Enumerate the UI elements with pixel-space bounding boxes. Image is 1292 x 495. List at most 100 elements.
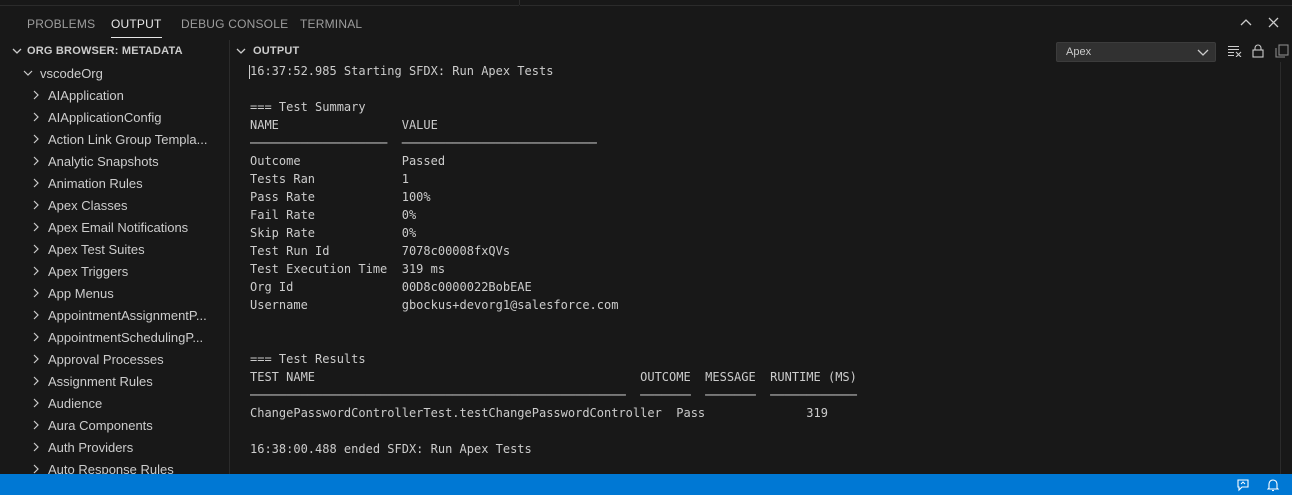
chevron-right-icon: [28, 219, 44, 235]
log-line: Test Run Id 7078c00008fxQVs: [250, 244, 511, 258]
tree-item-label: Apex Test Suites: [48, 241, 145, 257]
tab-output[interactable]: OUTPUT: [111, 17, 162, 38]
tree-item-label: AppointmentSchedulingP...: [48, 329, 204, 345]
chevron-right-icon: [28, 131, 44, 147]
output-channel-select[interactable]: Apex: [1056, 42, 1216, 62]
close-panel-icon[interactable]: [1265, 14, 1281, 30]
tree-item[interactable]: Animation Rules: [28, 172, 228, 194]
org-label: vscodeOrg: [40, 65, 103, 81]
tree-item[interactable]: Apex Test Suites: [28, 238, 228, 260]
editor-area-edge: [520, 0, 1292, 6]
tree-item[interactable]: Analytic Snapshots: [28, 150, 228, 172]
chevron-right-icon: [28, 285, 44, 301]
org-browser-sidebar: ORG BROWSER: METADATA vscodeOrg AIApplic…: [0, 40, 230, 474]
tree-item[interactable]: App Menus: [28, 282, 228, 304]
chevron-right-icon: [28, 197, 44, 213]
tree-item[interactable]: Audience: [28, 392, 228, 414]
log-line: Outcome Passed: [250, 154, 446, 168]
log-line: Fail Rate 0%: [250, 208, 417, 222]
chevron-down-icon: [20, 65, 36, 81]
tree-item-label: AIApplication: [48, 87, 124, 103]
tree-item-label: Assignment Rules: [48, 373, 153, 389]
tab-terminal[interactable]: TERMINAL: [300, 17, 362, 31]
log-line: Org Id 00D8c0000022BobEAE: [250, 280, 532, 294]
tree-item-label: AppointmentAssignmentP...: [48, 307, 207, 323]
editor-area-edge: [0, 0, 519, 6]
tree-item[interactable]: AIApplication: [28, 84, 228, 106]
tree-item[interactable]: AppointmentAssignmentP...: [28, 304, 228, 326]
notifications-bell-icon[interactable]: [1265, 477, 1281, 493]
tree-item[interactable]: Apex Classes: [28, 194, 228, 216]
open-output-editor-icon[interactable]: [1274, 43, 1290, 59]
tree-item[interactable]: Apex Email Notifications: [28, 216, 228, 238]
output-channel-value: Apex: [1066, 46, 1092, 58]
log-line: ────────────────────────────────────────…: [250, 388, 857, 402]
chevron-right-icon: [28, 461, 44, 474]
log-line: 16:38:00.488 ended SFDX: Run Apex Tests: [250, 442, 532, 456]
chevron-right-icon: [28, 175, 44, 191]
org-node[interactable]: vscodeOrg: [20, 62, 103, 84]
log-line: TEST NAME OUTCOME MESSAGE RUNTIME (MS): [250, 370, 857, 384]
chevron-right-icon: [28, 241, 44, 257]
tab-debug-console[interactable]: DEBUG CONSOLE: [181, 17, 288, 31]
tree-item-label: Auth Providers: [48, 439, 134, 455]
tree-item[interactable]: Approval Processes: [28, 348, 228, 370]
org-browser-header[interactable]: ORG BROWSER: METADATA: [0, 40, 229, 62]
tree-item[interactable]: AIApplicationConfig: [28, 106, 228, 128]
tree-item-label: Apex Classes: [48, 197, 128, 213]
tree-item-label: Auto Response Rules: [48, 461, 174, 475]
tree-item[interactable]: AppointmentSchedulingP...: [28, 326, 228, 348]
org-browser-title: ORG BROWSER: METADATA: [27, 45, 183, 57]
output-panel: OUTPUT Apex 16:37:52.985 Starting SFDX: …: [230, 40, 1292, 474]
status-bar: [0, 474, 1292, 495]
log-line: Tests Ran 1: [250, 172, 409, 186]
chevron-right-icon: [28, 109, 44, 125]
tree-item-label: Analytic Snapshots: [48, 153, 159, 169]
tree-item-label: Apex Triggers: [48, 263, 129, 279]
tree-item[interactable]: Action Link Group Templa...: [28, 128, 228, 150]
log-line: Test Execution Time 319 ms: [250, 262, 446, 276]
chevron-right-icon: [28, 87, 44, 103]
log-line: 16:37:52.985 Starting SFDX: Run Apex Tes…: [250, 64, 554, 78]
panel-tab-bar: PROBLEMS OUTPUT DEBUG CONSOLE TERMINAL: [0, 0, 1292, 44]
tree-item-label: AIApplicationConfig: [48, 109, 162, 125]
clear-output-icon[interactable]: [1226, 43, 1242, 59]
tree-item[interactable]: Auto Response Rules: [28, 458, 228, 474]
log-line: ChangePasswordControllerTest.testChangeP…: [250, 406, 828, 420]
output-scrollbar[interactable]: [1280, 62, 1292, 474]
chevron-right-icon: [28, 329, 44, 345]
log-line: NAME VALUE: [250, 118, 438, 132]
tree-item-label: App Menus: [48, 285, 114, 301]
tree-item-label: Action Link Group Templa...: [48, 131, 208, 147]
chevron-down-icon: [9, 43, 25, 59]
output-log[interactable]: 16:37:52.985 Starting SFDX: Run Apex Tes…: [250, 62, 1278, 474]
tree-item[interactable]: Aura Components: [28, 414, 228, 436]
tree-item-label: Audience: [48, 395, 103, 411]
tree-item[interactable]: Apex Triggers: [28, 260, 228, 282]
log-line: Skip Rate 0%: [250, 226, 417, 240]
chevron-right-icon: [28, 439, 44, 455]
chevron-right-icon: [28, 417, 44, 433]
tab-problems[interactable]: PROBLEMS: [27, 17, 95, 31]
tree-item-label: Approval Processes: [48, 351, 164, 367]
tree-item[interactable]: Auth Providers: [28, 436, 228, 458]
log-line: === Test Summary: [250, 100, 366, 114]
feedback-icon[interactable]: [1235, 477, 1251, 493]
lock-scroll-icon[interactable]: [1250, 43, 1266, 59]
chevron-right-icon: [28, 307, 44, 323]
maximize-panel-icon[interactable]: [1238, 14, 1254, 30]
chevron-right-icon: [28, 153, 44, 169]
log-line: === Test Results: [250, 352, 366, 366]
log-line: Username gbockus+devorg1@salesforce.com: [250, 298, 619, 312]
tree-item[interactable]: Assignment Rules: [28, 370, 228, 392]
chevron-right-icon: [28, 395, 44, 411]
chevron-right-icon: [28, 263, 44, 279]
chevron-down-icon[interactable]: [233, 43, 249, 59]
tree-item-label: Animation Rules: [48, 175, 143, 191]
output-title: OUTPUT: [253, 45, 300, 57]
chevron-right-icon: [28, 351, 44, 367]
